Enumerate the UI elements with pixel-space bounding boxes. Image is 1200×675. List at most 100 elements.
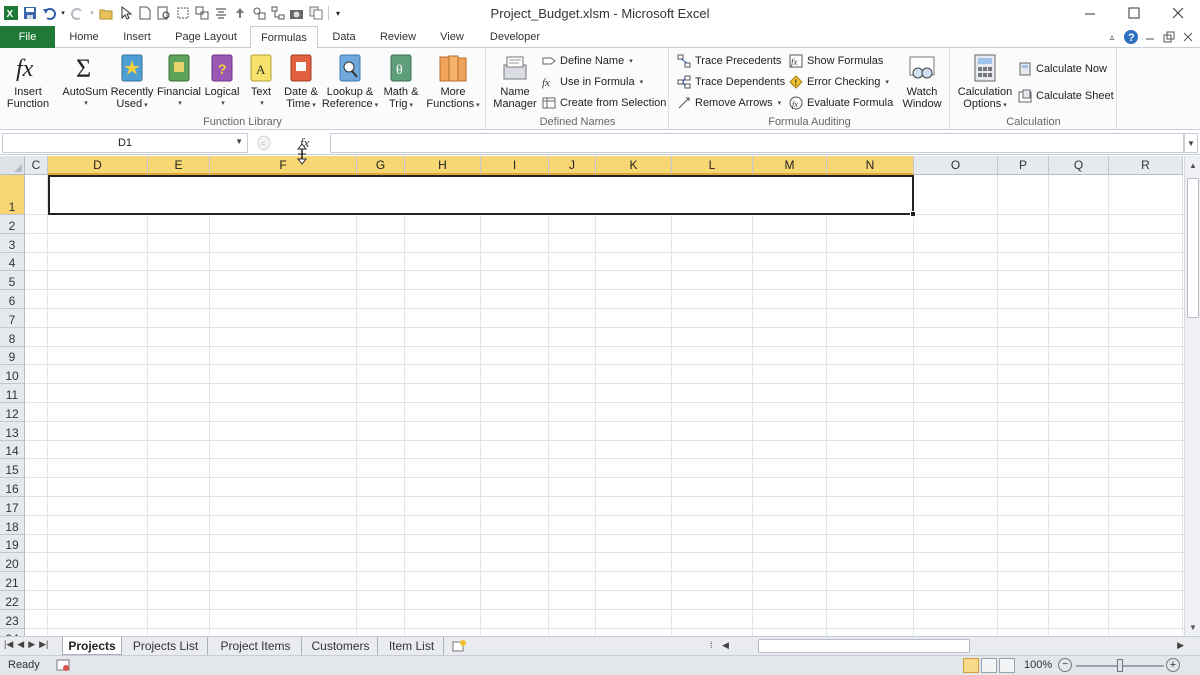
tab-developer[interactable]: Developer — [480, 26, 550, 48]
undo-dropdown-icon[interactable]: ▾ — [59, 5, 67, 22]
insert-worksheet-icon[interactable] — [446, 637, 472, 655]
row-header-17[interactable]: 17 — [0, 497, 25, 516]
tab-home[interactable]: Home — [60, 26, 108, 48]
save-icon[interactable] — [21, 5, 38, 22]
column-header-c[interactable]: C — [25, 156, 48, 175]
next-sheet-icon[interactable]: ▶ — [28, 639, 35, 650]
column-header-i[interactable]: I — [481, 156, 549, 175]
row-header-10[interactable]: 10 — [0, 365, 25, 385]
column-header-f[interactable]: F — [210, 156, 357, 175]
watch-window-button[interactable]: Watch Window — [898, 52, 946, 110]
column-header-j[interactable]: J — [549, 156, 596, 175]
row-header-24[interactable]: 24 — [0, 628, 25, 636]
row-header-7[interactable]: 7 — [0, 309, 25, 328]
worksheet-grid[interactable]: CDEFGHIJKLMNOPQR 1 2 3 4 5 6 7 8 9 10 11 12 13 14 15 16… — [0, 156, 1184, 636]
date-time-button[interactable]: Date & Time ▾ — [280, 52, 322, 112]
recently-used-button[interactable]: Recently Used ▾ — [110, 52, 154, 112]
insert-function-button[interactable]: fx Insert Function — [4, 52, 52, 110]
row-header-15[interactable]: 15 — [0, 459, 25, 479]
logical-button[interactable]: ? Logical ▾ — [202, 52, 242, 110]
scroll-left-icon[interactable]: ◀ — [722, 640, 729, 651]
row-header-12[interactable]: 12 — [0, 403, 25, 422]
row-header-8[interactable]: 8 — [0, 327, 25, 347]
text-button[interactable]: A Text ▾ — [244, 52, 278, 110]
zoom-out-icon[interactable]: − — [1058, 658, 1072, 672]
column-header-h[interactable]: H — [405, 156, 481, 175]
name-box[interactable]: D1 ▼ — [2, 133, 248, 153]
scroll-right-icon[interactable]: ▶ — [1177, 640, 1184, 651]
customize-qat-icon[interactable]: ▾ — [333, 5, 343, 22]
page-break-view-icon[interactable] — [999, 658, 1015, 673]
calculation-options-button[interactable]: Calculation Options ▾ — [955, 52, 1015, 112]
error-checking-button[interactable]: ! Error Checking ▾ — [788, 74, 889, 90]
remove-arrows-button[interactable]: Remove Arrows ▾ — [676, 95, 781, 111]
show-formulas-button[interactable]: fx Show Formulas — [788, 53, 883, 69]
lookup-reference-button[interactable]: Lookup & Reference ▾ — [322, 52, 378, 112]
row-header-11[interactable]: 11 — [0, 384, 25, 403]
vertical-scrollbar[interactable]: ▲ ▼ — [1184, 156, 1200, 636]
vertical-scroll-thumb[interactable] — [1187, 178, 1199, 318]
column-header-k[interactable]: K — [596, 156, 672, 175]
shapes-icon[interactable] — [250, 5, 267, 22]
new-document-icon[interactable] — [136, 5, 153, 22]
sheet-tab-customers[interactable]: Customers — [304, 637, 378, 655]
evaluate-formula-button[interactable]: fx Evaluate Formula — [788, 95, 893, 111]
fill-handle[interactable] — [910, 211, 916, 217]
calculate-now-button[interactable]: Calculate Now — [1017, 61, 1107, 77]
select-range-icon[interactable] — [174, 5, 191, 22]
scroll-up-icon[interactable]: ▲ — [1187, 158, 1199, 172]
print-preview-icon[interactable] — [155, 5, 172, 22]
select-all-button[interactable] — [0, 156, 25, 175]
row-header-13[interactable]: 13 — [0, 421, 25, 441]
row-header-22[interactable]: 22 — [0, 591, 25, 610]
normal-view-icon[interactable] — [963, 658, 979, 673]
zoom-level[interactable]: 100% — [1024, 659, 1052, 671]
more-functions-button[interactable]: More Functions ▾ — [424, 52, 482, 112]
name-manager-button[interactable]: Name Manager — [491, 52, 539, 110]
sheet-tab-projects[interactable]: Projects — [62, 637, 122, 655]
row-header-3[interactable]: 3 — [0, 233, 25, 253]
previous-sheet-icon[interactable]: ◀ — [17, 639, 24, 650]
workbook-close-icon[interactable] — [1180, 29, 1196, 45]
group-objects-icon[interactable] — [193, 5, 210, 22]
row-header-9[interactable]: 9 — [0, 346, 25, 366]
maximize-icon[interactable] — [1112, 0, 1156, 26]
math-trig-button[interactable]: θ Math & Trig ▾ — [380, 52, 422, 112]
undo-icon[interactable] — [40, 5, 57, 22]
row-header-4[interactable]: 4 — [0, 252, 25, 272]
tab-insert[interactable]: Insert — [112, 26, 162, 48]
horizontal-scrollbar[interactable]: ⁞ ◀ ▶ — [710, 639, 1184, 653]
column-header-e[interactable]: E — [148, 156, 210, 175]
column-header-r[interactable]: R — [1109, 156, 1183, 175]
column-header-m[interactable]: M — [753, 156, 827, 175]
sheet-tab-projects-list[interactable]: Projects List — [124, 637, 208, 655]
camera-icon[interactable] — [288, 5, 305, 22]
row-header-6[interactable]: 6 — [0, 290, 25, 309]
calculate-sheet-button[interactable]: Calculate Sheet — [1017, 88, 1114, 104]
row-header-23[interactable]: 23 — [0, 609, 25, 629]
row-header-20[interactable]: 20 — [0, 553, 25, 573]
column-header-n[interactable]: N — [827, 156, 914, 175]
tab-formulas[interactable]: Formulas — [250, 26, 318, 49]
last-sheet-icon[interactable]: ▶| — [39, 639, 48, 650]
macro-record-icon[interactable] — [56, 658, 70, 672]
excel-icon[interactable]: X — [2, 5, 19, 22]
expand-formula-bar-icon[interactable]: ▼ — [1184, 133, 1198, 153]
column-header-p[interactable]: P — [998, 156, 1049, 175]
zoom-slider-thumb[interactable] — [1117, 659, 1123, 672]
bring-forward-icon[interactable] — [231, 5, 248, 22]
redo-dropdown-icon[interactable]: ▾ — [88, 5, 96, 22]
financial-button[interactable]: Financial ▾ — [156, 52, 202, 110]
flowchart-icon[interactable] — [269, 5, 286, 22]
page-layout-view-icon[interactable] — [981, 658, 997, 673]
close-icon[interactable] — [1156, 0, 1200, 26]
open-folder-icon[interactable] — [98, 5, 115, 22]
first-sheet-icon[interactable]: |◀ — [4, 639, 13, 650]
select-objects-icon[interactable] — [117, 5, 134, 22]
minimize-icon[interactable] — [1068, 0, 1112, 26]
row-header-19[interactable]: 19 — [0, 534, 25, 554]
sheet-tab-project-items[interactable]: Project Items — [210, 637, 302, 655]
row-header-21[interactable]: 21 — [0, 572, 25, 591]
scroll-down-icon[interactable]: ▼ — [1187, 620, 1199, 634]
align-center-icon[interactable] — [212, 5, 229, 22]
